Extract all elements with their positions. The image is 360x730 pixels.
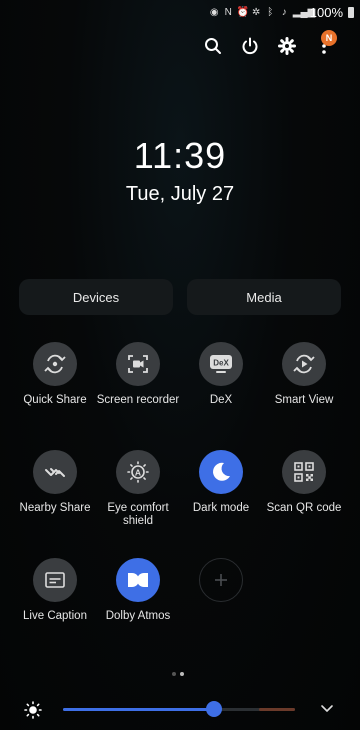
power-icon[interactable]: [240, 36, 260, 56]
brightness-warm-range: [259, 708, 295, 711]
quick-share-icon: [33, 342, 77, 386]
notification-badge: N: [321, 30, 337, 46]
brightness-fill: [63, 708, 214, 711]
tile-label: Quick Share: [23, 394, 87, 406]
tile-quick-share[interactable]: Quick Share: [10, 342, 100, 407]
eye-comfort-icon: A: [116, 450, 160, 494]
tile-label: Eye comfort shield: [107, 502, 169, 527]
tile-eye-comfort-shield[interactable]: A Eye comfort shield: [93, 450, 183, 528]
moon-icon: [199, 450, 243, 494]
gear-icon[interactable]: [277, 36, 297, 56]
tile-label: Nearby Share: [19, 502, 91, 514]
top-actions: [203, 32, 334, 60]
status-bar: ◉ N ⏰ ✲ ᛒ ♪ ▂▄▆ 100%: [0, 0, 360, 24]
tile-label: Screen recorder: [96, 394, 180, 406]
clock-time: 11:39: [133, 135, 227, 176]
svg-text:DeX: DeX: [213, 359, 229, 368]
chevron-down-icon[interactable]: [320, 701, 334, 720]
clock-date: Tue, July 27: [125, 183, 235, 205]
tile-dex[interactable]: DeX DeX: [176, 342, 266, 407]
tile-label: Live Caption: [23, 610, 87, 622]
tile-label: Dark mode: [192, 502, 250, 514]
dex-icon: DeX: [199, 342, 243, 386]
page-indicator: [172, 672, 184, 676]
search-icon[interactable]: [203, 36, 223, 56]
tile-label: Scan QR code: [266, 502, 342, 514]
device-media-row: Devices Media: [19, 279, 341, 315]
brightness-thumb[interactable]: [205, 701, 222, 717]
tile-nearby-share[interactable]: Nearby Share: [10, 450, 100, 515]
caption-icon: [33, 558, 77, 602]
smart-view-icon: [282, 342, 326, 386]
tile-label: Dolby Atmos: [105, 610, 171, 622]
media-button[interactable]: Media: [187, 279, 341, 315]
add-icon: [199, 558, 243, 602]
dolby-icon: [116, 558, 160, 602]
sun-icon: [24, 701, 42, 724]
battery-percent: 100%: [309, 4, 343, 20]
battery-icon: [348, 6, 354, 18]
tile-label: Smart View: [274, 394, 334, 406]
tile-scan-qr-code[interactable]: Scan QR code: [259, 450, 349, 515]
alarm-icon: ⏰: [236, 6, 250, 18]
devices-button[interactable]: Devices: [19, 279, 173, 315]
tile-smart-view[interactable]: Smart View: [259, 342, 349, 407]
tile-screen-recorder[interactable]: Screen recorder: [93, 342, 183, 407]
mute-icon: ♪: [281, 6, 287, 18]
page-dot: [172, 672, 176, 676]
settings-icon: ✲: [252, 6, 261, 18]
nearby-share-icon: [33, 450, 77, 494]
tile-live-caption[interactable]: Live Caption: [10, 558, 100, 623]
page-dot-active: [180, 672, 184, 676]
signal-icon: ▂▄▆: [292, 6, 316, 18]
screen-recorder-icon: [116, 342, 160, 386]
tile-dark-mode[interactable]: Dark mode: [176, 450, 266, 515]
brightness-slider[interactable]: [63, 708, 295, 711]
eye-icon: ◉: [209, 6, 219, 18]
nfc-icon: N: [224, 6, 232, 18]
tile-add[interactable]: [176, 558, 266, 602]
bluetooth-icon: ᛒ: [267, 6, 274, 18]
tile-label: DeX: [209, 394, 233, 406]
brightness-row: [0, 698, 360, 722]
svg-text:A: A: [135, 467, 141, 477]
qr-code-icon: [282, 450, 326, 494]
tile-dolby-atmos[interactable]: Dolby Atmos: [93, 558, 183, 623]
